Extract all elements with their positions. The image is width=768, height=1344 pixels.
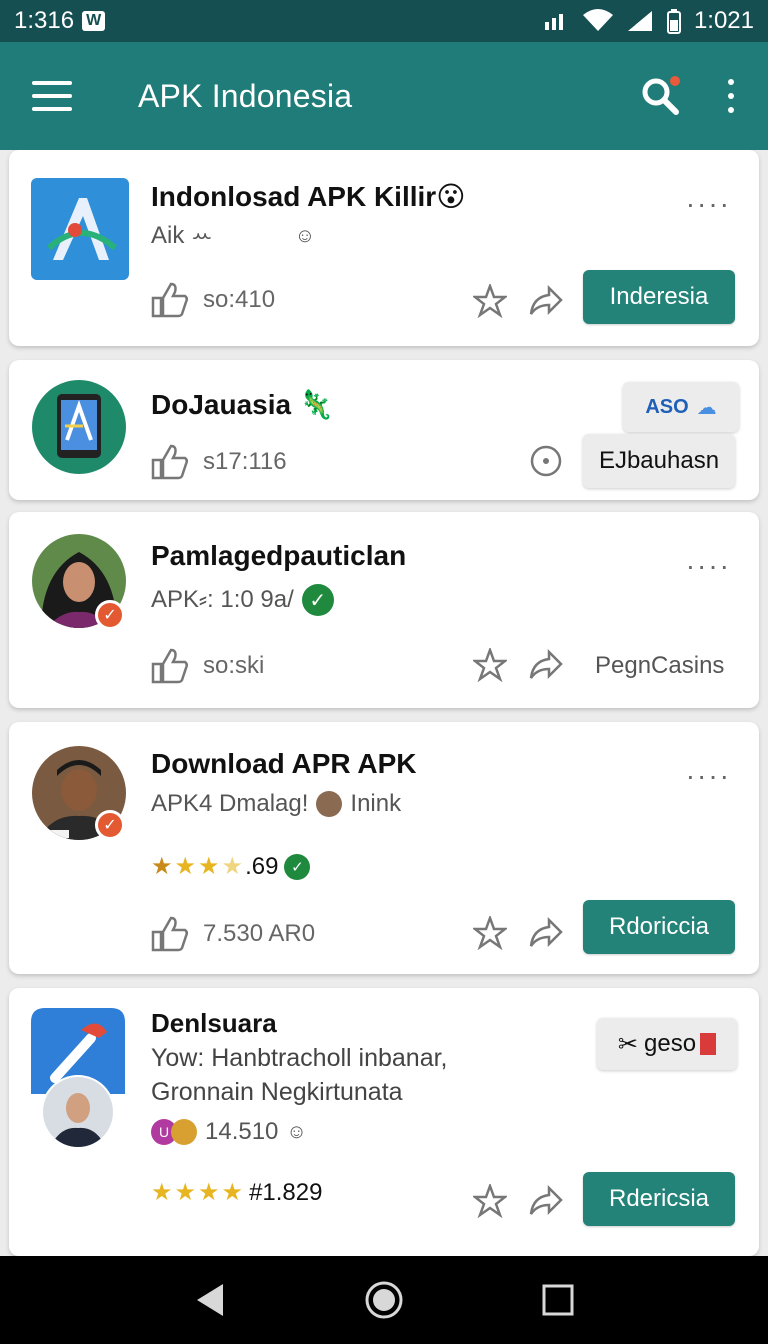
card-more-icon[interactable]: ···· [686,188,731,220]
star-icon[interactable] [473,1184,507,1218]
leaf-badge-icon: ✓ [284,853,311,880]
like-count: s17:116 [203,448,287,475]
app-subtitle: APK4 Dmalag! Inink [151,790,402,817]
system-nav-bar [0,1256,768,1344]
card-more-icon[interactable]: ···· [686,760,731,792]
search-notification-dot [668,74,682,88]
avatar: ✓ [31,532,127,635]
app-name: Pamlagedpauticlan [151,540,407,571]
thumbs-up-icon [151,444,189,480]
verified-badge-icon: ✓ [95,600,125,630]
category-link[interactable]: PegnCasins [595,652,724,680]
app-subtitle: APK⸗: 1:0 9a/ ✓ [151,584,334,616]
star-rating-icon: ★ [174,853,197,880]
user-avatar-icon [316,791,343,817]
like-count: 7.530 AR0 [203,920,316,947]
star-rating-icon: ★ [198,853,220,880]
user-avatar-icon [171,1119,197,1145]
smiley-icon: ☺ [294,224,316,247]
follower-count: U 14.510 ☺ [151,1118,307,1146]
emoji-icon: 🦎 [298,389,334,420]
tools-icon: ✂ [617,1030,639,1058]
notification-badge: W [82,11,106,31]
share-icon[interactable] [529,1184,563,1218]
app-card[interactable]: Denlsuara Yow: Hanbtracholl inbanar, Gro… [9,988,759,1256]
like-count: so:410 [203,286,276,313]
star-rating-icon: ★ [198,1179,220,1206]
like-button[interactable]: s17:116 [151,444,287,480]
rating: ★ ★ ★ ★ .69 ✓ [151,852,311,881]
avatar: ✓ [31,744,127,847]
cloud-icon: ☁ [696,396,717,419]
verified-check-icon: ✓ [301,584,334,616]
install-button[interactable]: Rdericsia [583,1172,735,1226]
star-rating-icon: ★ [151,1179,173,1206]
app-card[interactable]: ✓ Download APR APK APK4 Dmalag! Inink ··… [9,722,759,974]
verified-badge-icon: ✓ [95,810,125,840]
info-circle-icon[interactable] [529,444,563,478]
app-card[interactable]: Indonlosad APK Killir😮 Aik ꕀ ☺ ···· so:4… [9,150,759,346]
star-rating-icon: ★ [221,853,244,880]
tag-chip[interactable]: ASO ☁ [623,382,739,432]
emoji-icon: 😮 [436,181,466,212]
install-button[interactable]: Inderesia [583,270,735,324]
avatar [41,1074,115,1155]
tag-chip[interactable]: ✂ geso [597,1018,737,1070]
like-button[interactable]: 7.530 AR0 [151,916,315,952]
menu-icon[interactable] [32,81,72,111]
star-rating-icon: ★ [174,1179,197,1206]
signal-icon [544,14,563,30]
app-name: DoJauasia 🦎 [151,389,334,420]
app-subtitle: Aik ꕀ ☺ [151,222,316,249]
flag-icon [700,1033,717,1055]
action-button[interactable]: EJbauhasn [583,434,735,488]
search-icon[interactable] [640,74,682,116]
status-time-left: 1:316 [14,7,75,34]
battery-icon [666,9,681,34]
app-icon [31,378,127,481]
app-icon [31,178,129,285]
app-subtitle: Yow: Hanbtracholl inbanar, [151,1044,448,1072]
star-icon[interactable] [473,648,507,682]
status-bar: 1:316 W 1:021 [0,0,768,42]
app-name: Download APR APK [151,748,417,779]
like-button[interactable]: so:ski [151,648,264,684]
rating-value: .69 [245,852,279,880]
app-subtitle-line2: Gronnain Negkirtunata [151,1078,403,1106]
like-count: so:ski [203,652,265,679]
star-icon[interactable] [473,284,507,318]
status-time-right: 1:021 [693,7,754,34]
app-name: Denlsuara [151,1008,277,1038]
overflow-menu-icon[interactable] [726,79,736,113]
app-title: APK Indonesia [138,77,353,114]
rating-value: #1.829 [249,1178,323,1206]
home-icon[interactable] [362,1278,406,1322]
cell-signal-icon [627,11,652,31]
rating: ★ ★ ★ ★ #1.829 [151,1178,322,1207]
star-rating-icon: ★ [221,1179,244,1206]
app-name: Indonlosad APK Killir😮 [151,181,466,212]
install-button[interactable]: Rdoriccia [583,900,735,954]
app-card[interactable]: ✓ Pamlagedpauticlan APK⸗: 1:0 9a/ ✓ ····… [9,512,759,708]
app-card[interactable]: DoJauasia 🦎 ASO ☁ s17:116 EJbauhasn [9,360,759,500]
recents-icon[interactable] [536,1278,580,1322]
back-icon[interactable] [188,1278,232,1322]
star-icon[interactable] [473,916,507,950]
thumbs-up-icon [151,282,189,318]
app-feed: Indonlosad APK Killir😮 Aik ꕀ ☺ ···· so:4… [0,150,768,1256]
star-rating-icon: ★ [151,853,173,880]
share-icon[interactable] [529,648,563,682]
like-button[interactable]: so:410 [151,282,275,318]
share-icon[interactable] [529,916,563,950]
thumbs-up-icon [151,916,189,952]
wifi-icon [582,9,613,31]
smiley-icon: ☺ [286,1120,307,1143]
app-bar: APK Indonesia [0,42,768,150]
share-icon[interactable] [529,284,563,318]
card-more-icon[interactable]: ···· [686,550,731,582]
thumbs-up-icon [151,648,189,684]
